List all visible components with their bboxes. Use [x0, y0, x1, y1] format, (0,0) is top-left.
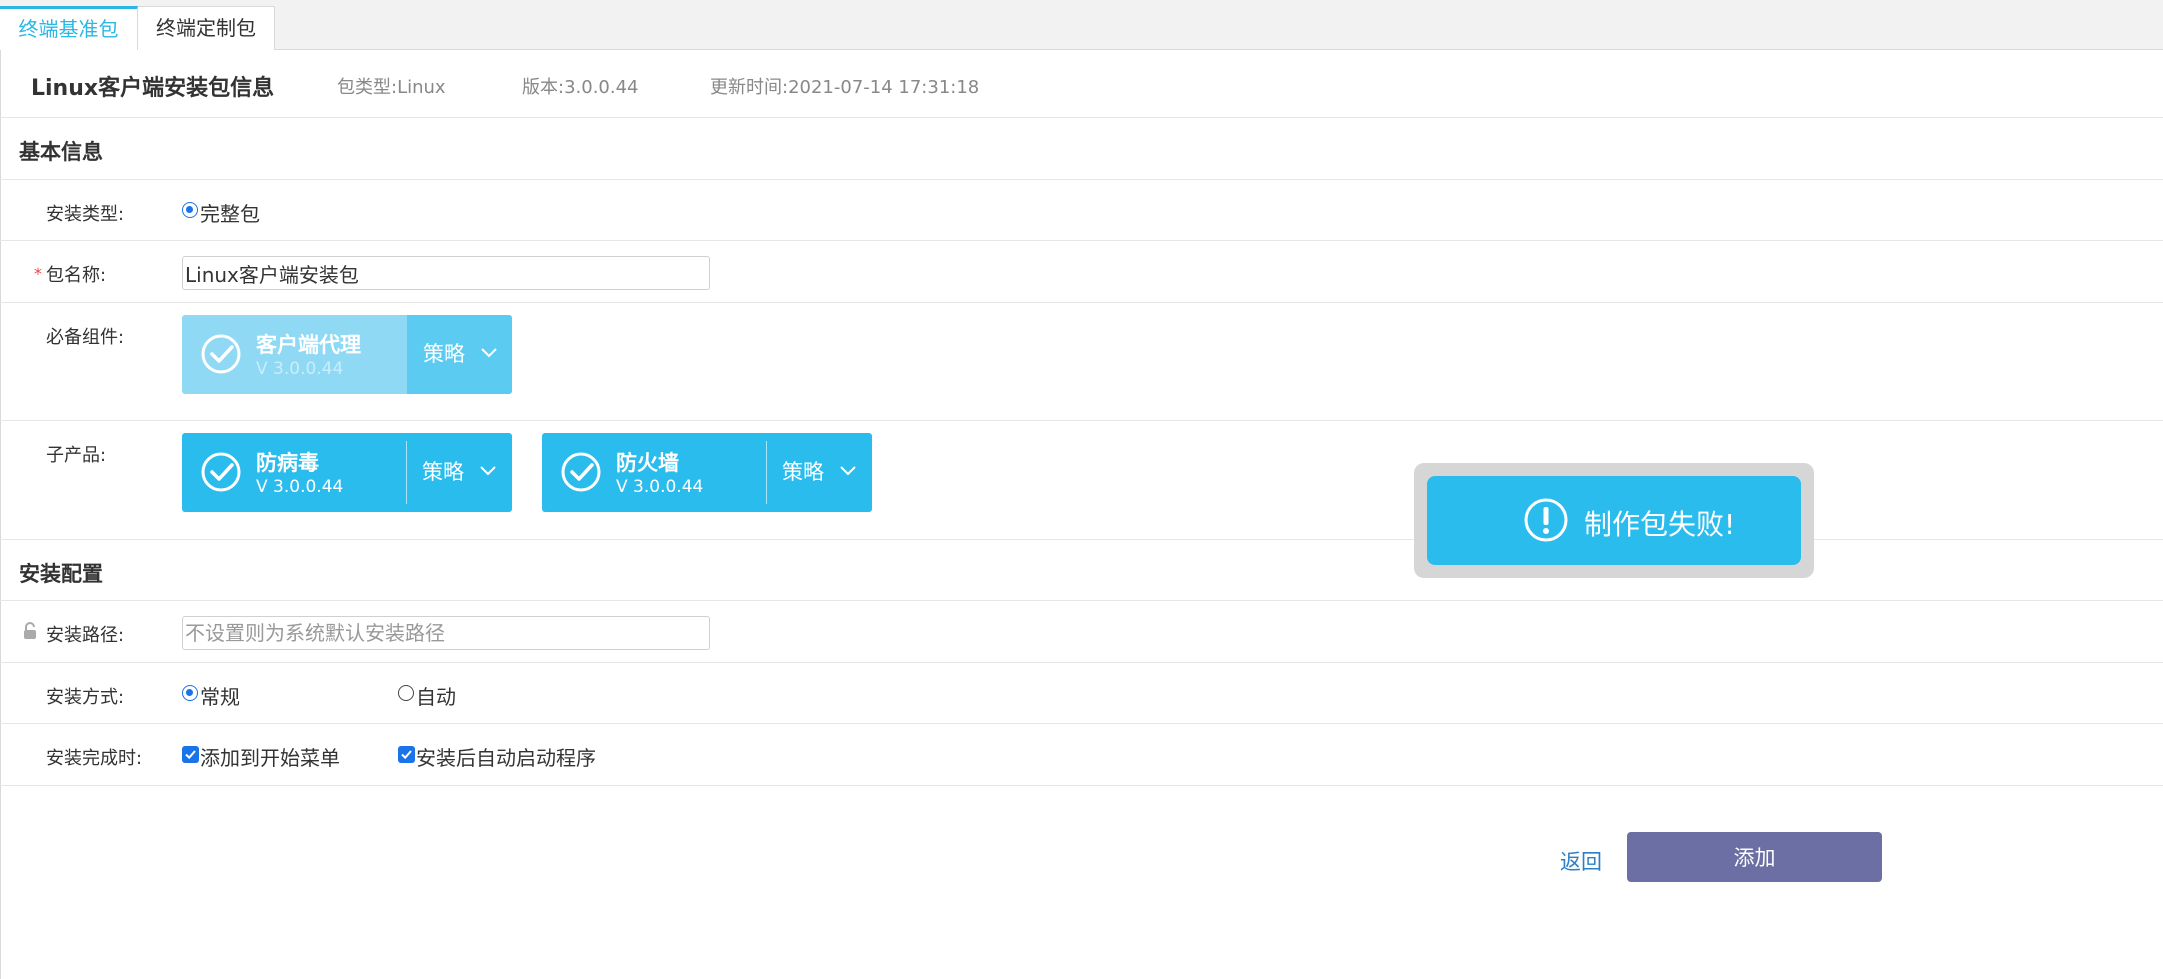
- component-name: 客户端代理: [256, 333, 361, 357]
- install-mode-auto-label: 自动: [416, 685, 456, 709]
- section-install-config: 安装配置: [19, 562, 103, 586]
- auto-launch-label: 安装后自动启动程序: [416, 746, 596, 770]
- back-link[interactable]: 返回: [1560, 846, 1602, 876]
- install-mode-auto-radio[interactable]: [398, 685, 414, 701]
- error-toast-body: 制作包失败!: [1427, 476, 1801, 565]
- add-button[interactable]: 添加: [1627, 832, 1882, 882]
- divider: [0, 420, 2163, 421]
- required-components-label: 必备组件:: [46, 327, 125, 348]
- install-mode-normal-label: 常规: [200, 685, 240, 709]
- install-path-label: 安装路径:: [46, 625, 125, 646]
- error-toast: 制作包失败!: [1414, 463, 1814, 578]
- component-version: V 3.0.0.44: [256, 359, 344, 379]
- install-mode-label: 安装方式:: [46, 687, 125, 708]
- divider: [0, 302, 2163, 303]
- divider: [0, 600, 2163, 601]
- lock-icon: [24, 622, 36, 639]
- policy-dropdown-label: 策略: [422, 460, 464, 484]
- package-version: 版本:3.0.0.44: [522, 77, 639, 98]
- tab-baseline-package[interactable]: 终端基准包: [0, 6, 138, 50]
- install-mode-normal-radio[interactable]: [182, 685, 198, 701]
- subproduct-card-firewall: 防火墙 V 3.0.0.44 策略: [542, 433, 872, 512]
- install-path-input[interactable]: [182, 616, 710, 650]
- checkmark-icon: [185, 750, 196, 760]
- policy-dropdown-label: 策略: [782, 460, 824, 484]
- divider: [0, 179, 2163, 180]
- section-basic-info: 基本信息: [19, 140, 103, 164]
- divider: [0, 662, 2163, 663]
- policy-dropdown[interactable]: 策略: [406, 433, 512, 512]
- checkmark-icon: [401, 750, 412, 760]
- divider: [0, 785, 2163, 786]
- check-circle-icon: [201, 334, 241, 374]
- tab-bar: 终端基准包 终端定制包: [0, 0, 2163, 50]
- auto-launch-checkbox[interactable]: [398, 746, 415, 763]
- policy-dropdown[interactable]: 策略: [407, 315, 512, 394]
- subproduct-name: 防火墙: [616, 451, 679, 475]
- subproducts-label: 子产品:: [46, 445, 107, 466]
- package-name-label: 包名称:: [46, 265, 107, 286]
- divider: [0, 723, 2163, 724]
- divider: [0, 539, 2163, 540]
- package-type: 包类型:Linux: [337, 77, 446, 98]
- install-type-full-radio[interactable]: [182, 202, 198, 218]
- divider: [0, 117, 2163, 118]
- required-marker: *: [34, 264, 42, 283]
- exclamation-circle-icon: [1524, 498, 1568, 542]
- check-circle-icon: [561, 452, 601, 492]
- chevron-down-icon: [840, 466, 856, 476]
- subproduct-version: V 3.0.0.44: [256, 477, 344, 497]
- policy-dropdown-label: 策略: [423, 342, 465, 366]
- add-to-start-menu-label: 添加到开始菜单: [200, 746, 340, 770]
- error-toast-message: 制作包失败!: [1584, 508, 1736, 541]
- install-type-label: 安装类型:: [46, 204, 125, 225]
- divider: [0, 240, 2163, 241]
- subproduct-name: 防病毒: [256, 451, 319, 475]
- left-border: [0, 50, 1, 979]
- subproduct-version: V 3.0.0.44: [616, 477, 704, 497]
- completion-label: 安装完成时:: [46, 748, 143, 769]
- add-to-start-menu-checkbox[interactable]: [182, 746, 199, 763]
- package-info-title: Linux客户端安装包信息: [31, 76, 275, 101]
- chevron-down-icon: [481, 348, 497, 358]
- policy-dropdown[interactable]: 策略: [766, 433, 872, 512]
- tab-custom-package[interactable]: 终端定制包: [138, 6, 275, 50]
- package-updated-time: 更新时间:2021-07-14 17:31:18: [710, 77, 980, 98]
- component-card-client-agent: 客户端代理 V 3.0.0.44 策略: [182, 315, 512, 394]
- check-circle-icon: [201, 452, 241, 492]
- install-type-full-label: 完整包: [200, 202, 260, 226]
- package-name-input[interactable]: [182, 256, 710, 290]
- chevron-down-icon: [480, 466, 496, 476]
- subproduct-card-antivirus: 防病毒 V 3.0.0.44 策略: [182, 433, 512, 512]
